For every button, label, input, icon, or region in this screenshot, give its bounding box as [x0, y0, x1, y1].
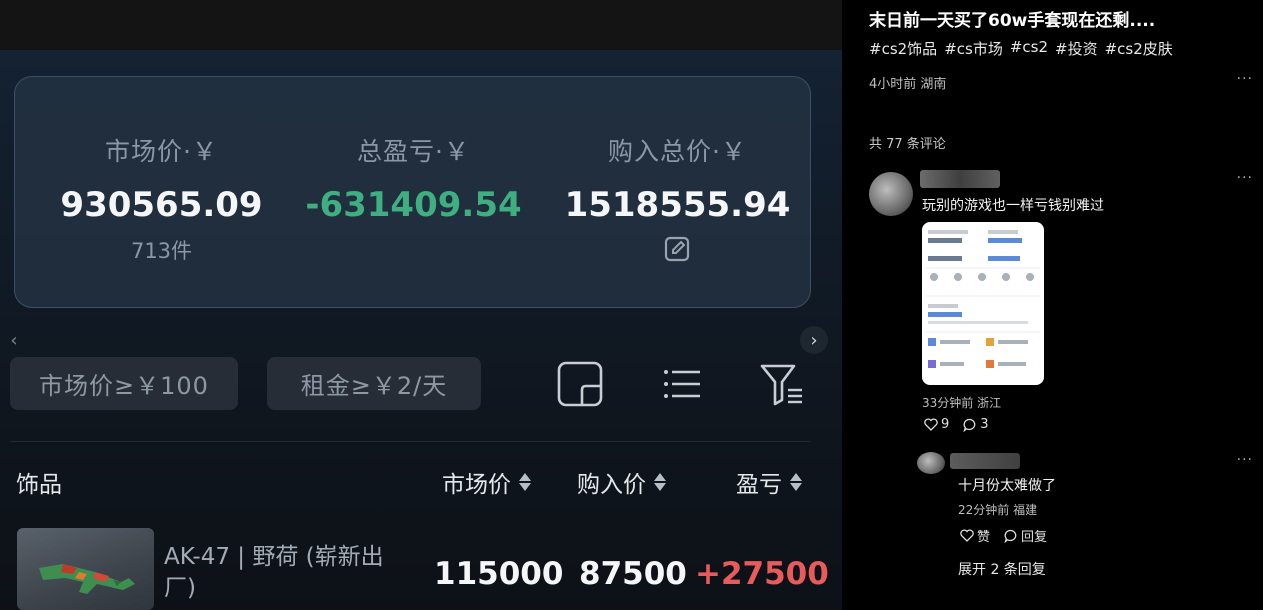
sort-icon[interactable]: [790, 473, 802, 491]
total-cost-label: 购入总价·￥: [608, 137, 747, 166]
hashtag[interactable]: #投资: [1055, 38, 1098, 59]
market-value-label: 市场价·￥: [105, 137, 218, 166]
expand-replies-link[interactable]: 展开 2 条回复: [958, 559, 1046, 579]
column-header-pnl[interactable]: 盈亏: [736, 465, 802, 499]
like-button[interactable]: 9: [924, 417, 949, 432]
column-header-market-price[interactable]: 市场价: [442, 465, 531, 499]
item-thumbnail[interactable]: [17, 528, 154, 610]
column-header-buy-label: 购入价: [577, 472, 646, 498]
column-header-buy-price[interactable]: 购入价: [577, 465, 666, 499]
edit-icon[interactable]: [662, 234, 692, 264]
item-buy-price: 87500: [579, 556, 687, 592]
column-header-market-label: 市场价: [442, 472, 511, 498]
like-button[interactable]: 赞: [960, 526, 990, 545]
sort-icon[interactable]: [654, 473, 666, 491]
grid-layout-icon[interactable]: [556, 360, 604, 408]
table-divider: [10, 441, 810, 442]
portfolio-stats-card: 市场价·￥ 930565.09 713件 总盈亏·￥ -631409.54 购入…: [14, 76, 811, 308]
market-value-amount: 930565.09: [60, 185, 263, 225]
rifle-icon: [39, 564, 135, 594]
comment-meta: 33分钟前 浙江: [922, 396, 1002, 410]
total-pnl-amount: -631409.54: [305, 185, 522, 225]
list-view-icon[interactable]: [658, 360, 706, 408]
hashtag[interactable]: #cs市场: [944, 38, 1003, 59]
like-count: 9: [941, 417, 950, 432]
column-header-item-label: 饰品: [16, 472, 62, 498]
hashtag-list: #cs2饰品 #cs市场 #cs2 #投资 #cs2皮肤: [869, 38, 1173, 59]
comment-text: 玩别的游戏也一样亏钱别难过: [922, 198, 1104, 214]
hashtag[interactable]: #cs2饰品: [869, 38, 937, 59]
item-count: 713件: [130, 239, 193, 263]
sort-icon[interactable]: [519, 473, 531, 491]
comment-text: 十月份太难做了: [958, 478, 1056, 494]
hashtag[interactable]: #cs2: [1010, 38, 1048, 59]
reply-button[interactable]: 3: [963, 417, 989, 432]
column-header-item: 饰品: [16, 465, 62, 499]
avatar[interactable]: [869, 172, 913, 216]
total-pnl-label: 总盈亏·￥: [357, 137, 470, 166]
comment-image[interactable]: [922, 222, 1044, 385]
post-meta: 4小时前 湖南: [869, 77, 947, 92]
reply-label: 回复: [1021, 530, 1048, 545]
more-options-icon[interactable]: ···: [1237, 452, 1253, 468]
speech-bubble-icon: [1004, 529, 1017, 543]
comment-panel: 末日前一天买了60w手套现在还剩.... #cs2饰品 #cs市场 #cs2 #…: [842, 0, 1263, 610]
reply-button[interactable]: 回复: [1004, 526, 1047, 545]
video-top-bar: [0, 0, 842, 50]
comment-actions: 9 3: [924, 417, 989, 432]
item-name[interactable]: AK-47 | 野荷 (崭新出厂): [164, 542, 414, 604]
reply-count: 3: [980, 417, 989, 432]
item-market-price: 115000: [434, 556, 564, 592]
comment-meta: 22分钟前 福建: [958, 503, 1038, 517]
screenshot-thumbnail: [926, 230, 1040, 368]
carousel-next-icon[interactable]: ›: [800, 326, 828, 354]
item-pnl: +27500: [695, 556, 829, 592]
speech-bubble-icon: [963, 418, 976, 432]
comment-actions: 赞 回复: [960, 526, 1047, 545]
rent-filter-chip[interactable]: 租金≥￥2/天: [267, 357, 481, 410]
filter-icon[interactable]: [758, 360, 806, 408]
heart-icon: [924, 418, 938, 431]
avatar[interactable]: [917, 452, 945, 474]
more-options-icon[interactable]: ···: [1237, 170, 1253, 186]
carousel-prev-icon[interactable]: ‹: [0, 326, 28, 354]
like-label: 赞: [977, 530, 991, 545]
market-price-filter-chip[interactable]: 市场价≥￥100: [10, 357, 238, 410]
hashtag[interactable]: #cs2皮肤: [1105, 38, 1173, 59]
comment-author-name[interactable]: [920, 170, 1000, 188]
heart-icon: [960, 529, 974, 542]
comment-count: 共 77 条评论: [869, 137, 946, 152]
column-header-pnl-label: 盈亏: [736, 472, 782, 498]
post-title: 末日前一天买了60w手套现在还剩....: [869, 11, 1156, 31]
total-cost-amount: 1518555.94: [564, 185, 791, 225]
comment-author-name[interactable]: [950, 453, 1020, 469]
more-options-icon[interactable]: ···: [1237, 71, 1253, 87]
video-frame[interactable]: 市场价·￥ 930565.09 713件 总盈亏·￥ -631409.54 购入…: [0, 0, 842, 610]
